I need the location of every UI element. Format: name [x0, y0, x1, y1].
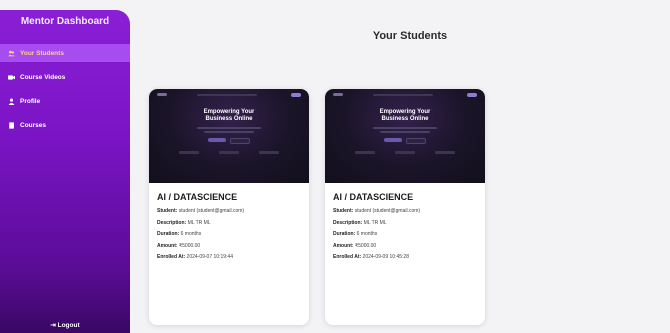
sidebar-item-course-videos[interactable]: Course Videos — [0, 68, 130, 86]
course-title: AI / DATASCIENCE — [333, 192, 414, 202]
enrolled-row: Enrolled At: 2024-09-09 10:45:28 — [333, 254, 409, 260]
logout-icon: ⇥ — [50, 322, 56, 329]
description-row: Description: ML TR ML — [157, 219, 211, 226]
book-icon — [8, 121, 15, 129]
sidebar-item-label: Profile — [20, 97, 41, 105]
student-card[interactable]: Empowering Your Business Online AI / DAT… — [325, 89, 485, 325]
page-title: Your Students — [372, 30, 448, 42]
duration-row: Duration: 6 months — [333, 231, 378, 237]
thumbnail-heading-line2: Business Online — [381, 116, 429, 122]
logout-button[interactable]: ⇥ Logout — [0, 321, 130, 329]
course-thumbnail: Empowering Your Business Online — [325, 89, 485, 183]
person-icon — [8, 98, 15, 105]
sidebar-item-label: Courses — [20, 121, 47, 129]
sidebar-item-label: Course Videos — [20, 73, 66, 81]
enrolled-row: Enrolled At: 2024-09-07 10:19:44 — [157, 254, 233, 260]
sidebar: Mentor Dashboard Your Students Course Vi… — [0, 10, 130, 333]
thumbnail-heading-line1: Empowering Your — [379, 109, 431, 115]
sidebar-title: Mentor Dashboard — [20, 16, 110, 27]
thumbnail-heading-line1: Empowering Your — [203, 109, 255, 115]
student-card[interactable]: Empowering Your Business Online AI / DAT… — [149, 89, 309, 325]
course-title: AI / DATASCIENCE — [157, 192, 238, 202]
student-row: Student: student (student@gmail.com) — [157, 208, 245, 214]
users-icon — [8, 50, 15, 57]
thumbnail-heading-line2: Business Online — [205, 116, 253, 122]
amount-row: Amount: ₹5000.00 — [157, 242, 201, 249]
sidebar-item-courses[interactable]: Courses — [0, 116, 130, 134]
course-thumbnail: Empowering Your Business Online — [149, 89, 309, 183]
sidebar-item-profile[interactable]: Profile — [0, 92, 130, 110]
logout-label: Logout — [57, 322, 80, 329]
duration-row: Duration: 6 months — [157, 231, 202, 237]
sidebar-item-your-students[interactable]: Your Students — [0, 44, 130, 62]
student-row: Student: student (student@gmail.com) — [333, 208, 421, 214]
sidebar-item-label: Your Students — [20, 49, 64, 57]
amount-row: Amount: ₹5000.00 — [333, 242, 377, 249]
video-icon — [8, 74, 15, 81]
description-row: Description: ML TR ML — [333, 219, 387, 226]
